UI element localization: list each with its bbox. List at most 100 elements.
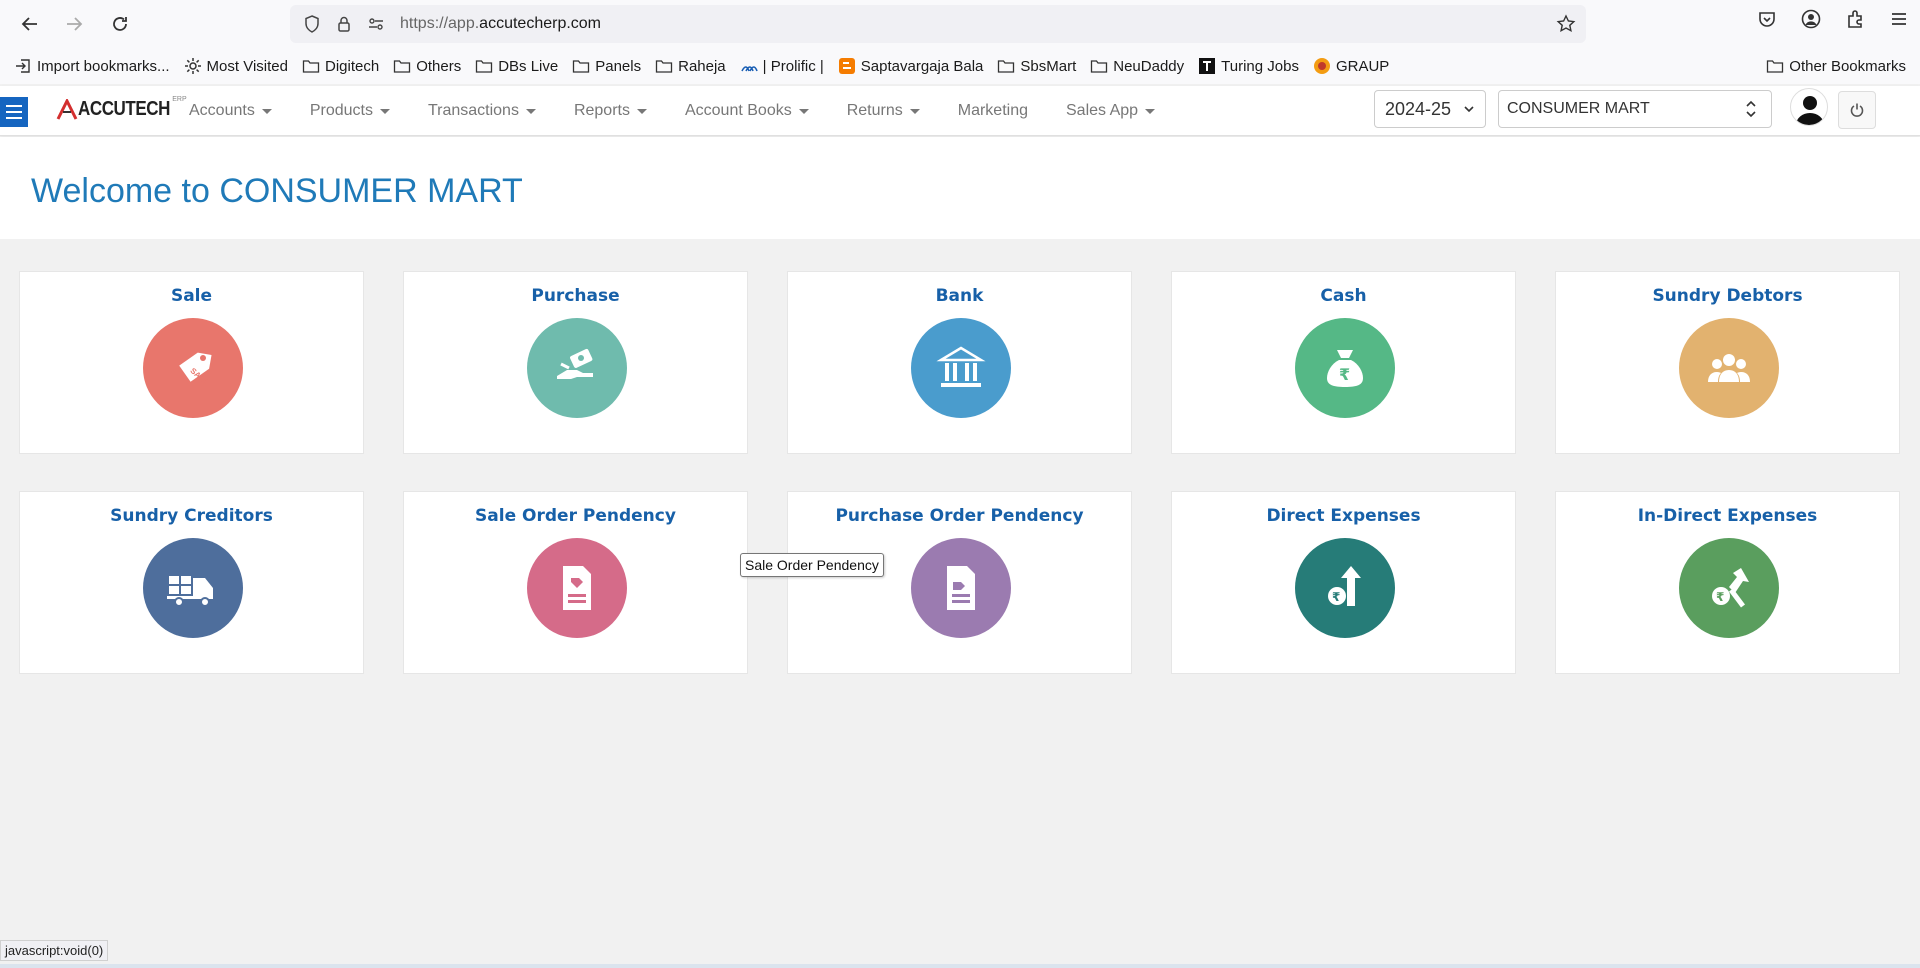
pocket-icon[interactable] [1756, 8, 1778, 30]
reload-button[interactable] [104, 8, 136, 40]
arrow-right-icon [67, 17, 83, 31]
bookmark-dbs-live[interactable]: DBs Live [475, 57, 558, 75]
folder-icon [1767, 60, 1784, 73]
card-cash[interactable]: Cash ₹ [1171, 271, 1516, 454]
extensions-icon[interactable] [1844, 8, 1866, 30]
app-navbar: ACCUTECH ERP Accounts Products Transacti… [0, 86, 1920, 136]
bookmark-star-icon[interactable] [1556, 14, 1576, 34]
truck-icon [167, 576, 213, 607]
purchase-order-circle [911, 538, 1011, 638]
user-silhouette-icon [1796, 96, 1824, 125]
menu-account-books[interactable]: Account Books [685, 102, 809, 120]
bookmark-other-bookmarks[interactable]: Other Bookmarks [1766, 57, 1906, 75]
address-bar[interactable]: https://app.accutecherp.com [290, 5, 1586, 43]
bookmark-neudaddy[interactable]: NeuDaddy [1090, 57, 1184, 75]
folder-icon [1091, 60, 1108, 73]
logout-button[interactable] [1838, 91, 1876, 129]
bookmark-import[interactable]: Import bookmarks... [14, 57, 170, 75]
sundry-creditors-circle [143, 538, 243, 638]
card-purchase[interactable]: Purchase [403, 271, 748, 454]
menu-accounts[interactable]: Accounts [189, 102, 272, 120]
indirect-expense-icon: ₹ [1712, 568, 1749, 608]
indirect-expenses-circle: ₹ [1679, 538, 1779, 638]
menu-reports[interactable]: Reports [574, 102, 647, 120]
menu-sales-app[interactable]: Sales App [1066, 102, 1156, 120]
sidebar-toggle-button[interactable] [0, 97, 28, 127]
direct-expenses-circle: ₹ [1295, 538, 1395, 638]
bookmark-turing-jobs[interactable]: Turing Jobs [1198, 57, 1299, 75]
reload-icon [113, 17, 127, 31]
account-icon[interactable] [1800, 8, 1822, 30]
turing-icon [1199, 58, 1216, 74]
svg-text:₹: ₹ [1332, 590, 1340, 604]
folder-icon [302, 60, 320, 73]
bookmark-raheja[interactable]: Raheja [655, 57, 726, 75]
logo-text: ACCUTECH [78, 98, 170, 120]
bookmark-prolific[interactable]: | Prolific | [740, 57, 824, 75]
card-title: In-Direct Expenses [1637, 506, 1818, 526]
card-indirect-expenses[interactable]: In-Direct Expenses ₹ [1555, 491, 1900, 674]
card-direct-expenses[interactable]: Direct Expenses ₹ [1171, 491, 1516, 674]
caret-down-icon [379, 108, 390, 114]
menu-marketing[interactable]: Marketing [958, 102, 1028, 120]
url-text: https://app.accutecherp.com [400, 15, 602, 32]
folder-icon [998, 60, 1015, 73]
tooltip: Sale Order Pendency [740, 553, 884, 577]
sale-order-circle [527, 538, 627, 638]
back-button[interactable] [14, 8, 46, 40]
card-sundry-debtors[interactable]: Sundry Debtors [1555, 271, 1900, 454]
bank-circle [911, 318, 1011, 418]
card-title: Direct Expenses [1266, 506, 1421, 526]
money-bag-icon: ₹ [1327, 350, 1363, 387]
menu-icon[interactable] [1888, 8, 1910, 30]
accutech-logo[interactable]: ACCUTECH ERP [56, 96, 201, 121]
sale-tag-icon: SALE [179, 352, 212, 387]
card-sundry-creditors[interactable]: Sundry Creditors [19, 491, 364, 674]
bookmark-saptavargaja[interactable]: Saptavargaja Bala [838, 57, 983, 75]
up-down-chevron-icon [1746, 100, 1756, 118]
card-sale-order-pendency[interactable]: Sale Order Pendency [403, 491, 748, 674]
menu-returns[interactable]: Returns [847, 102, 920, 120]
cash-circle: ₹ [1295, 318, 1395, 418]
card-purchase-order-pendency[interactable]: Purchase Order Pendency [787, 491, 1132, 674]
card-title: Sale Order Pendency [475, 506, 676, 526]
card-title: Cash [1320, 286, 1367, 306]
bookmark-most-visited[interactable]: Most Visited [184, 57, 288, 75]
bottom-border [0, 964, 1920, 968]
welcome-banner: Welcome to CONSUMER MART [0, 137, 1920, 239]
card-title: Sale [170, 286, 213, 306]
sale-order-icon [563, 566, 591, 610]
purchase-hand-icon [557, 348, 593, 379]
company-select[interactable]: CONSUMER MART [1498, 90, 1772, 128]
page-title: Welcome to CONSUMER MART [31, 172, 523, 210]
menu-products[interactable]: Products [310, 102, 390, 120]
caret-down-icon [261, 108, 272, 114]
svg-text:₹: ₹ [1716, 590, 1724, 604]
bookmark-sbsmart[interactable]: SbsMart [997, 57, 1076, 75]
prolific-icon [740, 66, 758, 72]
svg-text:₹: ₹ [1339, 365, 1350, 384]
menu-transactions[interactable]: Transactions [428, 102, 536, 120]
bookmarks-bar: Import bookmarks... Most Visited Digitec… [0, 48, 1920, 84]
graup-icon [1313, 58, 1330, 74]
financial-year-select[interactable]: 2024-25 [1374, 90, 1486, 128]
logo-superscript: ERP [172, 96, 187, 103]
caret-down-icon [798, 108, 809, 114]
bookmark-others[interactable]: Others [393, 57, 461, 75]
logo-mark-icon [56, 98, 78, 120]
lock-icon [338, 16, 350, 32]
power-icon [1850, 103, 1864, 117]
card-bank[interactable]: Bank [787, 271, 1132, 454]
card-title: Sundry Debtors [1652, 286, 1803, 306]
bookmark-digitech[interactable]: Digitech [302, 57, 379, 75]
card-sale[interactable]: Sale SALE [19, 271, 364, 454]
forward-button[interactable] [58, 8, 90, 40]
bookmark-panels[interactable]: Panels [572, 57, 641, 75]
sale-circle: SALE [143, 318, 243, 418]
folder-icon [573, 60, 590, 73]
user-avatar[interactable] [1790, 88, 1828, 126]
folder-icon [655, 60, 673, 73]
bookmark-graup[interactable]: GRAUP [1313, 57, 1389, 75]
main-menu: Accounts Products Transactions Reports A… [189, 86, 1193, 136]
gear-icon [184, 58, 201, 74]
